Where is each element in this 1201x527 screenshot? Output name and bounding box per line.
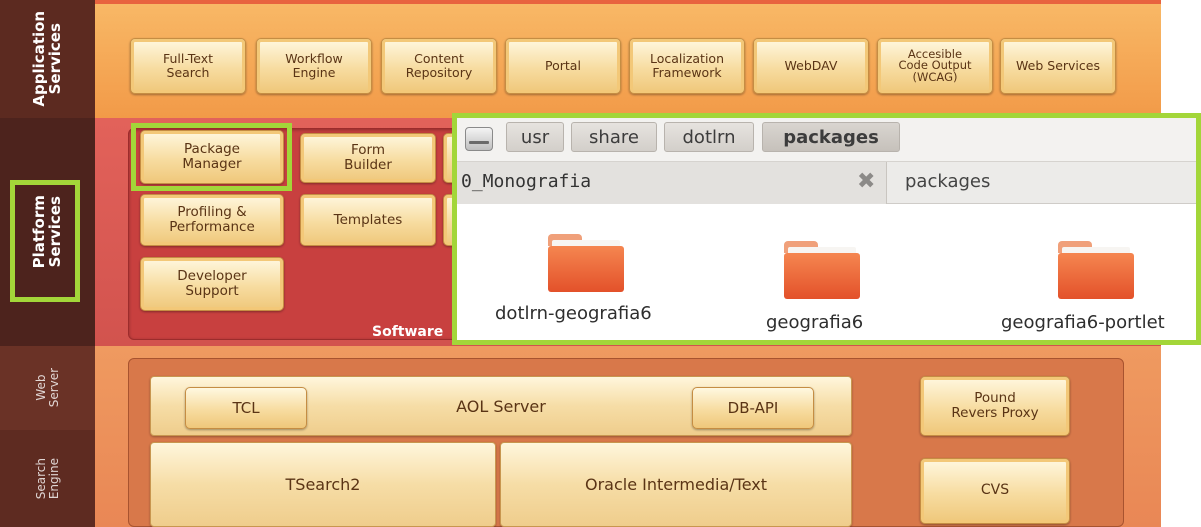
- file-manager-highlight: [452, 113, 1201, 345]
- search-engine-label: Search Engine: [33, 457, 61, 500]
- tcl-box: TCL: [185, 387, 307, 429]
- profiling-performance-box: Profiling & Performance: [140, 194, 284, 246]
- platform-services-highlight: [10, 180, 80, 302]
- form-builder-box: Form Builder: [300, 133, 436, 183]
- db-api-box: DB-API: [692, 387, 814, 429]
- content-repository-box: Content Repository: [381, 38, 497, 94]
- wcag-box: Accesible Code Output (WCAG): [877, 38, 993, 94]
- pound-reverse-proxy-box: Pound Revers Proxy: [920, 376, 1070, 436]
- portal-box: Portal: [505, 38, 621, 94]
- full-text-search-box: Full-Text Search: [130, 38, 246, 94]
- oracle-intermedia-label: Oracle Intermedia/Text: [584, 475, 767, 494]
- webdav-box: WebDAV: [753, 38, 869, 94]
- package-manager-highlight: [131, 123, 292, 191]
- tsearch2-box: TSearch2: [150, 442, 496, 527]
- workflow-engine-box: Workflow Engine: [256, 38, 372, 94]
- cvs-box: CVS: [920, 458, 1070, 524]
- application-services-label: Application Services: [29, 11, 64, 107]
- aol-server-label: AOL Server: [456, 396, 546, 416]
- tsearch2-label: TSearch2: [285, 475, 361, 494]
- localization-framework-box: Localization Framework: [629, 38, 745, 94]
- web-server-label: Web Server: [33, 368, 61, 408]
- developer-support-box: Developer Support: [140, 257, 284, 311]
- web-services-box: Web Services: [1000, 38, 1116, 94]
- oracle-intermedia-box: Oracle Intermedia/Text: [500, 442, 852, 527]
- templates-box: Templates: [300, 194, 436, 246]
- software-footer-label: Software: [372, 324, 444, 340]
